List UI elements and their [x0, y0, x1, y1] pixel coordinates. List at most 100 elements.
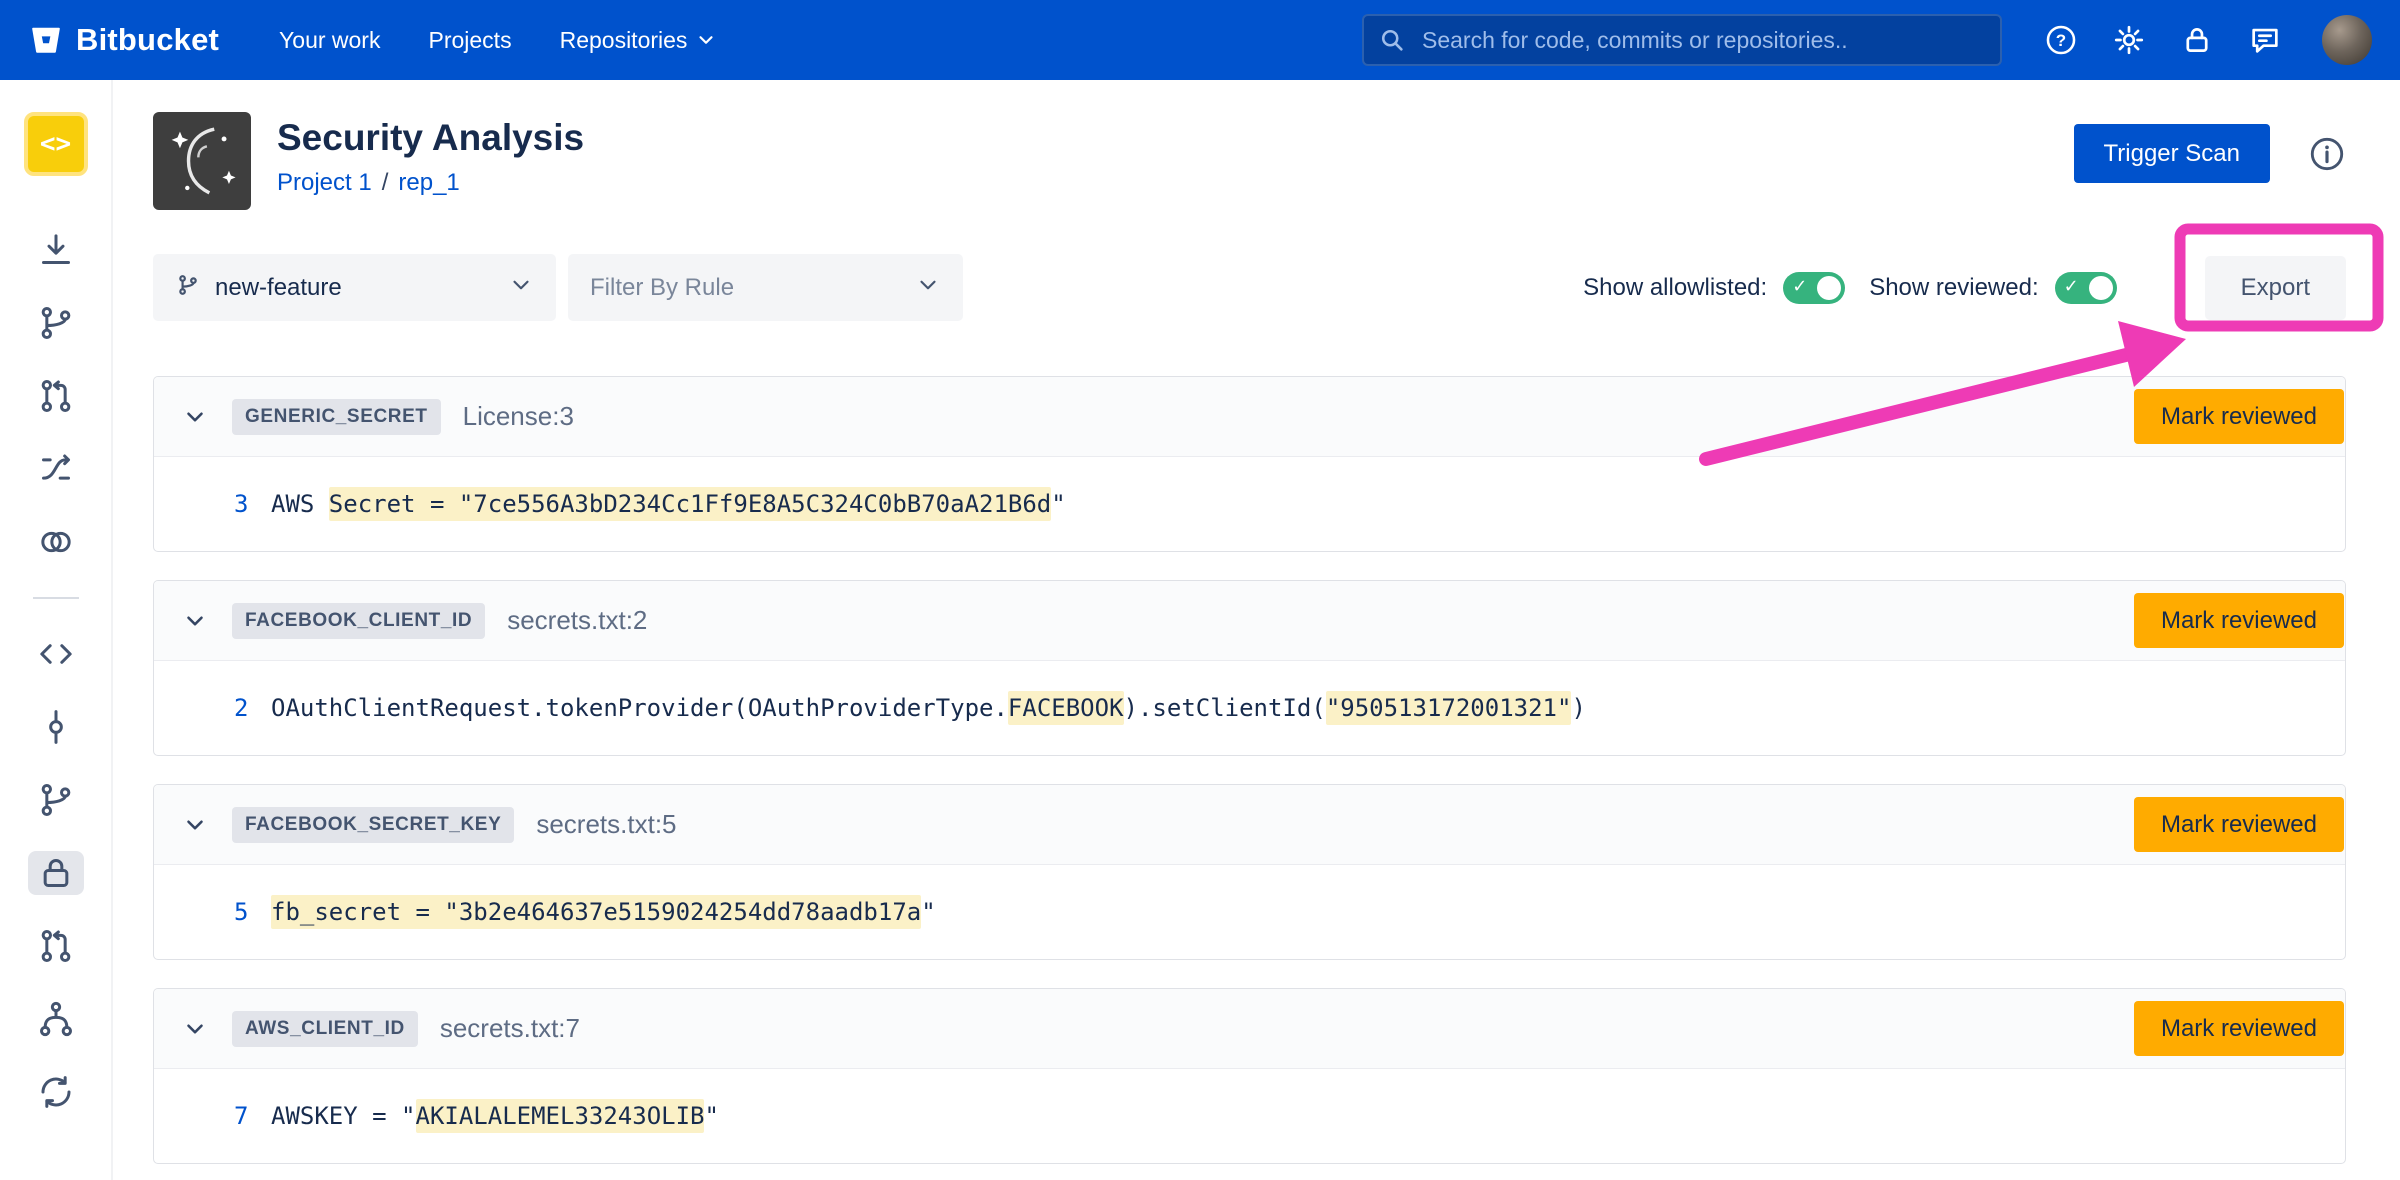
check-icon: ✓ [2064, 276, 2079, 297]
rule-badge: FACEBOOK_SECRET_KEY [232, 807, 514, 843]
secret-highlight: "950513172001321" [1326, 691, 1572, 725]
help-icon[interactable]: ? [2042, 21, 2080, 59]
chevron-down-icon [915, 272, 941, 303]
breadcrumb: Project 1 / rep_1 [277, 169, 584, 197]
search-input[interactable] [1362, 14, 2002, 66]
breadcrumb-repo-link[interactable]: rep_1 [398, 169, 459, 197]
secret-highlight: fb_secret = "3b2e464637e5159024254dd78aa… [271, 895, 921, 929]
page-header: Security Analysis Project 1 / rep_1 Trig… [153, 112, 2346, 210]
show-allowlisted-label: Show allowlisted: [1583, 274, 1767, 302]
pull-request-icon[interactable] [28, 374, 84, 418]
finding-card-header: FACEBOOK_SECRET_KEY secrets.txt:5 Mark r… [154, 785, 2345, 865]
code-row: 2 OAuthClientRequest.tokenProvider(OAuth… [154, 661, 2345, 755]
code-text: ) [1571, 694, 1585, 722]
code-line: AWSKEY = "AKIALALEMEL33243OLIB" [271, 1102, 719, 1130]
user-avatar[interactable] [2322, 15, 2372, 65]
code-line-number: 7 [234, 1102, 271, 1130]
breadcrumb-separator: / [382, 169, 389, 197]
export-button[interactable]: Export [2205, 256, 2346, 320]
branch-selector[interactable]: new-feature [153, 254, 556, 321]
collapse-chevron-icon[interactable] [182, 1015, 210, 1043]
finding-location: License:3 [463, 401, 574, 432]
branches-icon[interactable] [28, 778, 84, 822]
mark-reviewed-button[interactable]: Mark reviewed [2134, 797, 2344, 852]
secret-highlight: FACEBOOK [1008, 691, 1124, 725]
repo-avatar-image [153, 112, 251, 210]
secret-highlight: Secret = "7ce556A3bD234Cc1Ff9E8A5C324C0b… [329, 487, 1051, 521]
code-line: AWS Secret = "7ce556A3bD234Cc1Ff9E8A5C32… [271, 490, 1066, 518]
pull-requests-icon[interactable] [28, 924, 84, 968]
sync-icon[interactable] [28, 1070, 84, 1114]
check-icon: ✓ [1792, 276, 1807, 297]
brand-name: Bitbucket [76, 22, 219, 58]
code-row: 3 AWS Secret = "7ce556A3bD234Cc1Ff9E8A5C… [154, 457, 2345, 551]
toggle-knob [1817, 276, 1841, 300]
finding-location: secrets.txt:7 [440, 1013, 580, 1044]
code-text: AWS [271, 490, 329, 518]
breadcrumb-project-link[interactable]: Project 1 [277, 169, 372, 197]
global-search [1362, 14, 2002, 66]
show-reviewed-label: Show reviewed: [1869, 274, 2038, 302]
chevron-down-icon [695, 29, 717, 51]
nav-repositories[interactable]: Repositories [560, 27, 718, 54]
primary-nav: Your work Projects Repositories [279, 27, 717, 54]
top-navbar: Bitbucket Your work Projects Repositorie… [0, 0, 2400, 80]
show-reviewed-toggle[interactable]: ✓ [2055, 272, 2117, 304]
forks-icon[interactable] [28, 997, 84, 1041]
mark-reviewed-button[interactable]: Mark reviewed [2134, 389, 2344, 444]
show-allowlisted-toggle[interactable]: ✓ [1783, 272, 1845, 304]
info-icon[interactable] [2308, 135, 2346, 173]
collapse-chevron-icon[interactable] [182, 607, 210, 635]
nav-your-work[interactable]: Your work [279, 27, 380, 54]
lock-icon[interactable] [2178, 21, 2216, 59]
finding-card-header: GENERIC_SECRET License:3 Mark reviewed [154, 377, 2345, 457]
code-line: OAuthClientRequest.tokenProvider(OAuthPr… [271, 694, 1586, 722]
code-text: OAuthClientRequest.tokenProvider(OAuthPr… [271, 694, 1008, 722]
collapse-chevron-icon[interactable] [182, 403, 210, 431]
branch-icon-small [175, 272, 201, 303]
bitbucket-bucket-icon [28, 22, 64, 58]
trigger-scan-button[interactable]: Trigger Scan [2074, 124, 2271, 183]
rule-filter-placeholder: Filter By Rule [590, 274, 901, 302]
clone-icon[interactable] [28, 228, 84, 272]
secret-highlight: AKIALALEMEL33243OLIB [416, 1099, 705, 1133]
commits-icon[interactable] [28, 705, 84, 749]
mark-reviewed-button[interactable]: Mark reviewed [2134, 1001, 2344, 1056]
feedback-icon[interactable] [2246, 21, 2284, 59]
nav-projects[interactable]: Projects [428, 27, 511, 54]
finding-card: GENERIC_SECRET License:3 Mark reviewed 3… [153, 376, 2346, 552]
bitbucket-logo[interactable]: Bitbucket [28, 22, 219, 58]
sidebar-divider [33, 597, 79, 599]
left-sidebar: <> [0, 80, 113, 1180]
rule-badge: AWS_CLIENT_ID [232, 1011, 418, 1047]
chevron-down-icon [508, 272, 534, 303]
code-text: " [921, 898, 935, 926]
finding-card-header: FACEBOOK_CLIENT_ID secrets.txt:2 Mark re… [154, 581, 2345, 661]
pipelines-icon[interactable] [28, 447, 84, 491]
filter-row: new-feature Filter By Rule Show allowlis… [153, 254, 2346, 321]
toggle-knob [2089, 276, 2113, 300]
collapse-chevron-icon[interactable] [182, 811, 210, 839]
code-text: " [1051, 490, 1065, 518]
code-text: AWSKEY = " [271, 1102, 416, 1130]
finding-card: AWS_CLIENT_ID secrets.txt:7 Mark reviewe… [153, 988, 2346, 1164]
branch-icon[interactable] [28, 301, 84, 345]
rule-badge: GENERIC_SECRET [232, 399, 441, 435]
deployments-icon[interactable] [28, 520, 84, 564]
rule-filter-selector[interactable]: Filter By Rule [568, 254, 963, 321]
mark-reviewed-button[interactable]: Mark reviewed [2134, 593, 2344, 648]
security-lock-icon[interactable] [28, 851, 84, 895]
finding-card: FACEBOOK_CLIENT_ID secrets.txt:2 Mark re… [153, 580, 2346, 756]
code-line-number: 5 [234, 898, 271, 926]
code-text: " [704, 1102, 718, 1130]
source-code-icon[interactable] [28, 632, 84, 676]
toggle-cluster: Show allowlisted: ✓ Show reviewed: ✓ Exp… [1583, 256, 2346, 320]
code-row: 5 fb_secret = "3b2e464637e5159024254dd78… [154, 865, 2345, 959]
page-title: Security Analysis [277, 118, 584, 159]
repo-avatar-badge[interactable]: <> [24, 112, 88, 176]
finding-card-header: AWS_CLIENT_ID secrets.txt:7 Mark reviewe… [154, 989, 2345, 1069]
code-line-number: 2 [234, 694, 271, 722]
finding-card: FACEBOOK_SECRET_KEY secrets.txt:5 Mark r… [153, 784, 2346, 960]
nav-actions: ? [2042, 15, 2372, 65]
gear-icon[interactable] [2110, 21, 2148, 59]
